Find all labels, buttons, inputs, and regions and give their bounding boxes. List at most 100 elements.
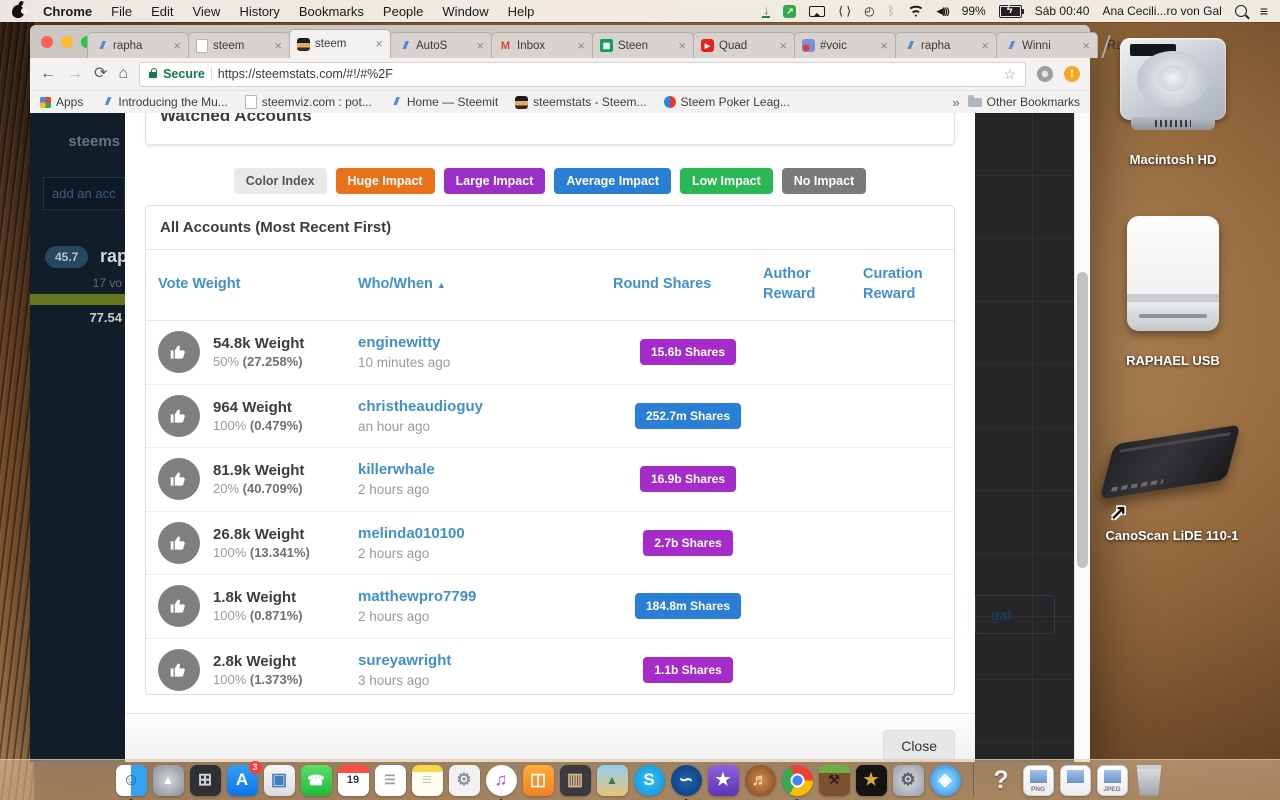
menu-history[interactable]: History [239, 4, 279, 19]
dock-item-photo-booth[interactable]: ▥ [559, 764, 591, 796]
user-menu[interactable]: Ana Cecili...ro von Gal [1102, 4, 1221, 18]
bookmarks-overflow-icon[interactable]: » [952, 95, 959, 110]
other-bookmarks[interactable]: Other Bookmarks [967, 94, 1080, 109]
dock-item-itunes[interactable]: ♫ [485, 764, 517, 800]
menu-people[interactable]: People [383, 4, 423, 19]
menu-file[interactable]: File [111, 4, 132, 19]
dock-item-imovie[interactable]: ★ [707, 764, 739, 796]
bookmark-steemvizcompot[interactable]: steemviz.com : pot... [244, 95, 372, 109]
back-button[interactable]: ← [40, 66, 56, 82]
tab-close-icon[interactable]: × [173, 39, 181, 52]
secure-lock-icon[interactable] [149, 68, 158, 78]
bookmark-apps[interactable]: Apps [40, 95, 83, 109]
dock-item-missing-app[interactable]: ? [986, 765, 1017, 796]
dock-item-trash[interactable] [1136, 764, 1162, 796]
reload-button[interactable]: ⟳ [94, 66, 107, 82]
column-who-when[interactable]: Who/When ▲ [358, 275, 613, 295]
column-author-reward[interactable]: Author Reward [763, 265, 863, 304]
dock-item-screenshot-file[interactable] [1059, 764, 1091, 796]
close-button[interactable]: Close [883, 730, 955, 762]
account-link[interactable]: matthewpro7799 [358, 588, 476, 605]
page-scrollbar[interactable] [1074, 113, 1090, 762]
time-machine-icon[interactable]: ◴ [864, 4, 874, 18]
dock-item-openoffice[interactable]: ∽ [670, 764, 702, 800]
home-button[interactable]: ⌂ [118, 66, 128, 82]
menu-view[interactable]: View [192, 4, 220, 19]
account-link[interactable]: killerwhale [358, 461, 435, 478]
account-link[interactable]: christheaudioguy [358, 398, 483, 415]
share-arrow-icon[interactable]: ↗ [783, 4, 797, 18]
bluetooth-icon[interactable]: ᛒ [888, 4, 895, 18]
tab-rapha[interactable]: /// rapha × [895, 32, 997, 58]
column-round-shares[interactable]: Round Shares [613, 275, 763, 295]
dock-item-jpeg-file[interactable]: JPEG [1096, 764, 1128, 796]
battery-icon[interactable]: ϟ [998, 4, 1024, 18]
sidebar-username[interactable]: rap [100, 246, 128, 267]
add-account-input[interactable]: add an acc [43, 177, 125, 210]
tab-close-icon[interactable]: × [1082, 39, 1090, 52]
bookmark-steemstatsstee[interactable]: steemstats - Steem... [515, 95, 647, 109]
tab-close-icon[interactable]: × [779, 39, 787, 52]
menu-bookmarks[interactable]: Bookmarks [299, 4, 364, 19]
desktop-icon-raphael-usb[interactable]: RAPHAEL USB [1103, 216, 1243, 368]
dock-item-mission-control[interactable]: ⊞ [189, 764, 221, 796]
bookmark-homesteemit[interactable]: /// Home — Steemit [389, 95, 498, 109]
tab-winni[interactable]: /// Winni × [996, 32, 1098, 58]
close-window-button[interactable] [41, 36, 53, 48]
menu-help[interactable]: Help [508, 4, 535, 19]
dock-item-facetime[interactable]: ☎ [300, 764, 332, 796]
dock-item-garageband[interactable]: ♬ [744, 764, 776, 796]
dock-item-preview[interactable]: ▣ [263, 764, 295, 796]
account-link[interactable]: enginewitty [358, 334, 441, 351]
dock-item-image-capture[interactable]: ▲ [596, 764, 628, 796]
menu-chrome[interactable]: Chrome [43, 4, 92, 19]
dock-item-notes[interactable]: ≡ [411, 764, 443, 796]
tab-close-icon[interactable]: × [577, 39, 585, 52]
tab-quad[interactable]: ▶ Quad × [693, 32, 795, 58]
dock-item-png-file[interactable]: PNG [1022, 764, 1054, 796]
dock-item-safari[interactable]: ◈ [929, 764, 961, 796]
dock-item-launchpad[interactable]: ▲ [152, 764, 184, 796]
bookmark-introducingthe[interactable]: /// Introducing the Mu... [100, 95, 228, 109]
dock-item-ibooks[interactable]: ◫ [522, 764, 554, 796]
forward-button[interactable]: → [67, 66, 83, 82]
tab-steem[interactable]: steem × [289, 29, 391, 58]
dock-item-chrome[interactable] [781, 764, 813, 800]
tab-rapha[interactable]: /// rapha × [87, 32, 189, 58]
volume-icon[interactable]: ◀))) [937, 6, 950, 17]
dock-item-app-store[interactable]: A3 [226, 760, 262, 796]
dock-item-system-preferences[interactable]: ⚙ [892, 764, 924, 796]
code-brackets-icon[interactable]: ⟨ ⟩ [838, 4, 851, 18]
menu-clock[interactable]: Sáb 00:40 [1035, 4, 1090, 18]
column-curation-reward[interactable]: Curation Reward [863, 265, 954, 304]
tab-close-icon[interactable]: × [678, 39, 686, 52]
minimize-window-button[interactable] [61, 36, 73, 48]
dock-item-skype[interactable]: S [633, 764, 665, 796]
extension-icon-orange[interactable]: ! [1064, 66, 1080, 82]
desktop-icon-macintosh-hd[interactable]: Macintosh HD [1103, 38, 1243, 167]
spotlight-search-icon[interactable] [1234, 5, 1247, 17]
tab-close-icon[interactable]: × [476, 39, 484, 52]
dock-item-photos-app[interactable]: ⚙ [448, 764, 480, 796]
tab-close-icon[interactable]: × [880, 39, 888, 52]
download-manager-icon[interactable]: ↓ [762, 4, 771, 18]
tab-steen[interactable]: ▦ Steen × [592, 32, 694, 58]
account-link[interactable]: melinda010100 [358, 525, 465, 542]
account-link[interactable]: sureyawright [358, 652, 451, 669]
bookmark-steempokerleag[interactable]: Steem Poker Leag... [663, 95, 790, 109]
notification-center-icon[interactable]: ≡ [1260, 3, 1268, 19]
tab-autos[interactable]: /// AutoS × [390, 32, 492, 58]
tab-close-icon[interactable]: × [375, 37, 383, 50]
dock-item-game-blocks[interactable]: ⚒ [818, 764, 850, 796]
tab-inbox[interactable]: M Inbox × [491, 32, 593, 58]
tab-steem[interactable]: steem × [188, 32, 290, 58]
dock-item-game-star[interactable]: ★ [855, 764, 887, 796]
dock-item-reminders[interactable]: ☰ [374, 764, 406, 796]
airplay-display-icon[interactable] [809, 5, 826, 17]
tab-close-icon[interactable]: × [981, 39, 989, 52]
tab-close-icon[interactable]: × [274, 39, 282, 52]
dock-item-finder[interactable]: ☺ [115, 764, 147, 800]
wifi-icon[interactable] [907, 5, 924, 17]
dock-item-calendar[interactable]: 19 [337, 764, 369, 796]
menu-window[interactable]: Window [442, 4, 488, 19]
